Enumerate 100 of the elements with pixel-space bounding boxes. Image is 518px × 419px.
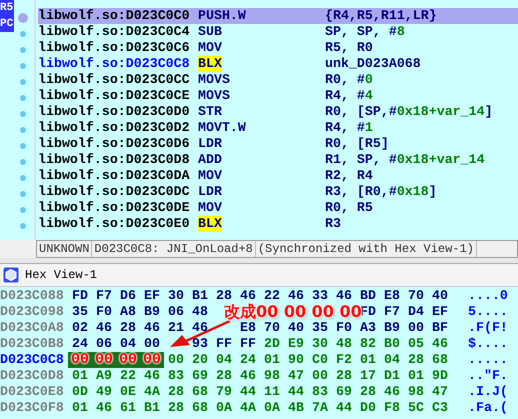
hex-byte: 93 — [191, 336, 209, 352]
hex-byte: 46 — [95, 400, 113, 416]
ascii-text: .F(F! — [468, 320, 508, 336]
hex-byte: D1 — [383, 368, 401, 384]
hex-byte: 46 — [143, 368, 161, 384]
hex-byte: 04 — [383, 352, 401, 368]
hex-byte: EF — [143, 288, 161, 304]
instruction-operands: R0, #0 — [325, 72, 373, 88]
hex-byte: 98 — [407, 384, 425, 400]
instruction-mnemonic: ADD — [198, 152, 222, 168]
status-text: D023C0C8: JNI_OnLoad+8 — [92, 241, 256, 257]
ascii-text: ..... — [468, 352, 508, 368]
code-address: libwolf.so:D023C0C8 — [38, 56, 191, 72]
hex-byte: 04 — [119, 336, 137, 352]
hex-address: D023C0E8 — [0, 384, 65, 400]
hex-byte: 5C — [407, 400, 425, 416]
instruction-mnemonic: STR — [198, 104, 222, 120]
code-address: libwolf.so:D023C0D6 — [38, 136, 191, 152]
code-address: libwolf.so:D023C0CC — [38, 72, 191, 88]
hex-byte: 00 — [407, 320, 425, 336]
hex-byte: BD — [359, 288, 377, 304]
hex-byte: 0A — [263, 400, 281, 416]
hex-byte: 46 — [95, 320, 113, 336]
annotation-label: 改成00 00 00 00 — [224, 303, 362, 321]
code-address: libwolf.so:D023C0C0 — [38, 8, 191, 24]
hex-byte: 33 — [311, 288, 329, 304]
ascii-text: .Fa.( — [468, 400, 508, 416]
hex-byte: 28 — [215, 368, 233, 384]
hex-byte: 22 — [263, 288, 281, 304]
ascii-text: .I.J( — [468, 384, 508, 400]
hex-byte: 00 — [143, 336, 161, 352]
instruction-operands: R0, R5 — [325, 200, 373, 216]
hex-byte: E9 — [287, 336, 305, 352]
status-text: UNKNOWN — [37, 241, 92, 257]
hex-byte: 79 — [215, 384, 233, 400]
hex-byte: 0E — [119, 384, 137, 400]
hex-byte: 21 — [167, 320, 185, 336]
code-address: libwolf.so:D023C0D8 — [38, 152, 191, 168]
instruction-mnemonic: PUSH.W — [198, 8, 246, 24]
hex-byte: 98 — [263, 368, 281, 384]
hex-byte: EF — [431, 304, 449, 320]
hex-address: D023C0F8 — [0, 400, 65, 416]
hex-byte: D4 — [407, 304, 425, 320]
instruction-operands: {R4,R5,R11,LR} — [325, 8, 437, 24]
hex-address: D023C0C8 — [0, 352, 65, 368]
hex-byte: 40 — [287, 320, 305, 336]
code-address: libwolf.so:D023C0C6 — [38, 40, 191, 56]
hex-byte: 11 — [263, 384, 281, 400]
instruction-operands: R4, #4 — [325, 88, 373, 104]
hex-byte: 70 — [407, 288, 425, 304]
hex-byte: 06 — [167, 304, 185, 320]
instruction-operands: R3, [R0,#0x18] — [325, 184, 437, 200]
hex-byte: 22 — [119, 368, 137, 384]
hex-byte: FF — [239, 336, 257, 352]
hex-byte: 4A — [143, 384, 161, 400]
hex-byte: 02 — [71, 320, 89, 336]
hex-byte: 24 — [71, 336, 89, 352]
hex-byte: 28 — [215, 288, 233, 304]
hex-byte: 40 — [431, 288, 449, 304]
instruction-operands: R4, #1 — [325, 120, 373, 136]
hex-byte: 68 — [431, 352, 449, 368]
hex-byte: 70 — [263, 320, 281, 336]
hex-byte: 82 — [359, 336, 377, 352]
hex-byte: 35 — [311, 320, 329, 336]
instruction-operands: unk_D023A068 — [325, 56, 421, 72]
hex-byte: 46 — [335, 288, 353, 304]
hex-byte: 46 — [191, 320, 209, 336]
hex-byte: 20 — [191, 352, 209, 368]
instruction-mnemonic: BLX — [198, 216, 222, 232]
hex-byte: D0 — [359, 400, 377, 416]
instruction-operands: R0, [SP,#0x18+var_14] — [325, 104, 493, 120]
hex-byte: 47 — [431, 384, 449, 400]
hex-byte: 01 — [71, 400, 89, 416]
hex-byte: 01 — [359, 352, 377, 368]
hex-byte: 24 — [239, 352, 257, 368]
hex-byte: 69 — [335, 384, 353, 400]
hex-byte: F0 — [335, 320, 353, 336]
register-label: R5 — [0, 0, 14, 16]
hex-byte: FD — [71, 288, 89, 304]
instruction-operands: R1, SP, #0x18+var_14 — [325, 152, 485, 168]
hex-byte: C0 — [311, 352, 329, 368]
hex-byte: 30 — [167, 288, 185, 304]
hex-byte: F0 — [95, 304, 113, 320]
instruction-operands: SP, SP, #8 — [325, 24, 405, 40]
hex-byte: 7A — [311, 400, 329, 416]
panel-splitter[interactable] — [0, 258, 518, 264]
hex-byte: A3 — [359, 320, 377, 336]
patched-byte: 00 — [116, 352, 140, 368]
hex-byte: E8 — [239, 320, 257, 336]
hex-byte: 01 — [263, 352, 281, 368]
hex-byte: 28 — [167, 384, 185, 400]
hex-byte: 35 — [71, 304, 89, 320]
code-address: libwolf.so:D023C0DE — [38, 200, 191, 216]
hex-byte: 01 — [71, 368, 89, 384]
hex-byte: A8 — [119, 304, 137, 320]
hex-byte: D6 — [119, 288, 137, 304]
hex-byte: 0A — [215, 400, 233, 416]
code-address: libwolf.so:D023C0DC — [38, 184, 191, 200]
hex-byte: F7 — [95, 288, 113, 304]
hex-byte: F8 — [383, 400, 401, 416]
